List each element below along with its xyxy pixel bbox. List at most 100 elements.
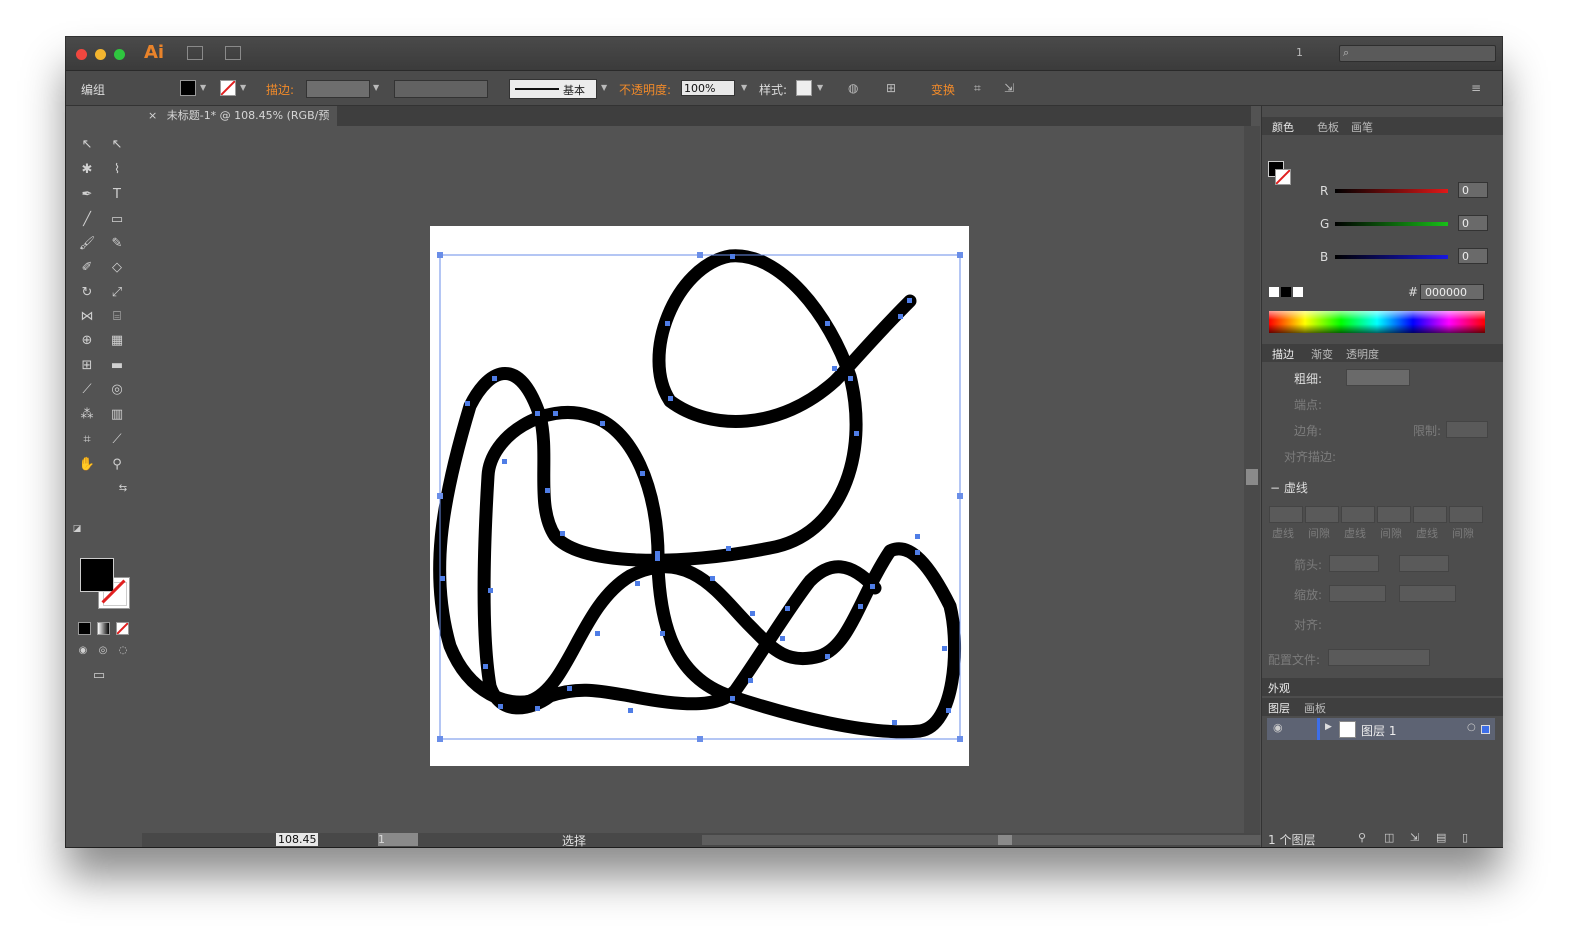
color-mode-icon[interactable] [78, 622, 91, 635]
layer-selection-square[interactable] [1481, 725, 1490, 734]
opacity-field[interactable]: 100% [681, 80, 735, 96]
align-icon[interactable]: ⊞ [886, 81, 896, 95]
fill-swatch[interactable] [180, 80, 196, 96]
direct-selection-tool-icon[interactable]: ↖ [106, 135, 128, 155]
pen-tool-icon[interactable]: ✒ [76, 185, 98, 205]
green-slider[interactable] [1335, 222, 1448, 226]
layer-target-icon[interactable]: ○ [1467, 722, 1476, 733]
draw-behind-icon[interactable]: ◎ [92, 641, 114, 661]
color-spectrum[interactable] [1269, 311, 1485, 333]
delete-layer-icon[interactable]: ▯ [1462, 831, 1468, 844]
profile-select[interactable] [1328, 649, 1430, 666]
draw-normal-icon[interactable]: ◉ [72, 641, 94, 661]
white-color-chip[interactable] [1293, 287, 1303, 297]
draw-inside-icon[interactable]: ◌ [112, 641, 134, 661]
swap-fill-stroke-icon[interactable]: ⇆ [112, 479, 134, 499]
black-color-chip[interactable] [1281, 287, 1291, 297]
tab-brushes[interactable]: 画笔 [1351, 119, 1373, 135]
anchor-points[interactable] [440, 254, 951, 725]
blob-brush-tool-icon[interactable]: ✐ [76, 258, 98, 278]
end-arrowhead-select[interactable] [1399, 555, 1449, 572]
help-search-input[interactable]: ⌕ [1339, 45, 1496, 62]
gradient-tool-icon[interactable]: ▬ [106, 356, 128, 376]
gradient-mode-icon[interactable] [97, 622, 110, 635]
tab-swatches[interactable]: 色板 [1317, 119, 1339, 135]
artboard[interactable] [430, 226, 969, 766]
tab-transparency[interactable]: 透明度 [1346, 346, 1379, 362]
horizontal-scrollbar[interactable] [702, 835, 1312, 845]
blue-slider[interactable] [1335, 255, 1448, 259]
magic-wand-tool-icon[interactable]: ✱ [76, 160, 98, 180]
stroke-weight-label[interactable]: 描边: [266, 81, 294, 98]
layer-name[interactable]: 图层 1 [1361, 722, 1396, 739]
layer-row[interactable]: ◉ ▶ 图层 1 ○ [1267, 718, 1495, 740]
minimize-window-button[interactable] [95, 49, 106, 60]
width-tool-icon[interactable]: ⋈ [76, 307, 98, 327]
transform-link[interactable]: 变换 [931, 81, 955, 98]
scale-tool-icon[interactable]: ⤢ [106, 283, 128, 303]
artboard-navigation-field[interactable]: 1 [378, 833, 418, 846]
tab-stroke[interactable]: 描边 [1272, 346, 1294, 362]
close-window-button[interactable] [76, 49, 87, 60]
graphic-style-swatch[interactable] [796, 80, 812, 96]
red-value-field[interactable]: 0 [1458, 182, 1488, 198]
freehand-strokes[interactable] [433, 249, 962, 739]
stroke-dropdown-icon[interactable]: ▼ [240, 83, 246, 92]
graphic-style-dropdown-icon[interactable]: ▼ [817, 83, 823, 92]
visibility-eye-icon[interactable]: ◉ [1273, 721, 1283, 734]
horizontal-scroll-thumb[interactable] [998, 835, 1012, 845]
dashed-line-checkbox[interactable]: − 虚线 [1270, 479, 1308, 496]
symbol-sprayer-tool-icon[interactable]: ⁂ [76, 405, 98, 425]
green-value-field[interactable]: 0 [1458, 215, 1488, 231]
fill-color-box[interactable] [80, 558, 114, 592]
current-tool-status[interactable]: 选择 [562, 832, 586, 849]
eyedropper-tool-icon[interactable]: ⟋ [76, 380, 98, 400]
stroke-weight-field[interactable] [306, 80, 370, 98]
document-tab[interactable]: × 未标题-1* @ 108.45% (RGB/预览) [142, 106, 337, 142]
dash-field-2[interactable] [1341, 506, 1375, 523]
bridge-icon[interactable] [187, 46, 203, 60]
tab-appearance[interactable]: 外观 [1268, 680, 1290, 696]
gap-field-1[interactable] [1305, 506, 1339, 523]
end-scale-field[interactable] [1399, 585, 1456, 602]
workspace-page-indicator[interactable]: 1 [1296, 46, 1303, 59]
tab-gradient[interactable]: 渐变 [1311, 346, 1333, 362]
hand-tool-icon[interactable]: ✋ [76, 455, 98, 475]
isolate-group-icon[interactable]: ⌗ [974, 81, 981, 96]
close-tab-icon[interactable]: × [148, 109, 157, 122]
hex-value-field[interactable]: 000000 [1420, 284, 1484, 300]
column-graph-tool-icon[interactable]: ▥ [106, 405, 128, 425]
locate-object-icon[interactable]: ⚲ [1358, 831, 1366, 844]
none-color-chip[interactable] [1269, 287, 1279, 297]
more-options-icon[interactable]: ⇲ [1004, 81, 1014, 95]
slice-tool-icon[interactable]: ⟋ [106, 430, 128, 450]
rotate-tool-icon[interactable]: ↻ [76, 283, 98, 303]
new-layer-icon[interactable]: ▤ [1436, 831, 1446, 844]
control-panel-menu-icon[interactable]: ≡ [1471, 81, 1481, 95]
gap-field-2[interactable] [1377, 506, 1411, 523]
arrange-documents-icon[interactable] [225, 46, 241, 60]
pencil-tool-icon[interactable]: ✎ [106, 234, 128, 254]
artboard-tool-icon[interactable]: ⌗ [76, 430, 98, 450]
fill-dropdown-icon[interactable]: ▼ [200, 83, 206, 92]
create-sublayer-icon[interactable]: ⇲ [1410, 831, 1419, 844]
type-tool-icon[interactable]: T [106, 185, 128, 205]
line-segment-tool-icon[interactable]: ╱ [76, 210, 98, 230]
screen-mode-icon[interactable]: ▭ [88, 666, 110, 686]
make-clipping-mask-icon[interactable]: ◫ [1384, 831, 1394, 844]
eraser-tool-icon[interactable]: ◇ [106, 258, 128, 278]
brush-definition-select[interactable]: 基本 [509, 79, 597, 99]
selection-tool-icon[interactable]: ↖ [76, 135, 98, 155]
weight-field[interactable] [1346, 369, 1410, 386]
dash-field-3[interactable] [1413, 506, 1447, 523]
limit-field[interactable] [1446, 421, 1488, 438]
dash-field-1[interactable] [1269, 506, 1303, 523]
artwork-svg[interactable] [430, 226, 969, 766]
shape-builder-tool-icon[interactable]: ⊕ [76, 331, 98, 351]
rectangle-tool-icon[interactable]: ▭ [106, 210, 128, 230]
zoom-tool-icon[interactable]: ⚲ [106, 455, 128, 475]
gap-field-3[interactable] [1449, 506, 1483, 523]
vertical-scrollbar[interactable] [1244, 126, 1260, 833]
opacity-dropdown-icon[interactable]: ▼ [741, 83, 747, 92]
paintbrush-tool-icon[interactable]: 🖌 [76, 234, 98, 254]
